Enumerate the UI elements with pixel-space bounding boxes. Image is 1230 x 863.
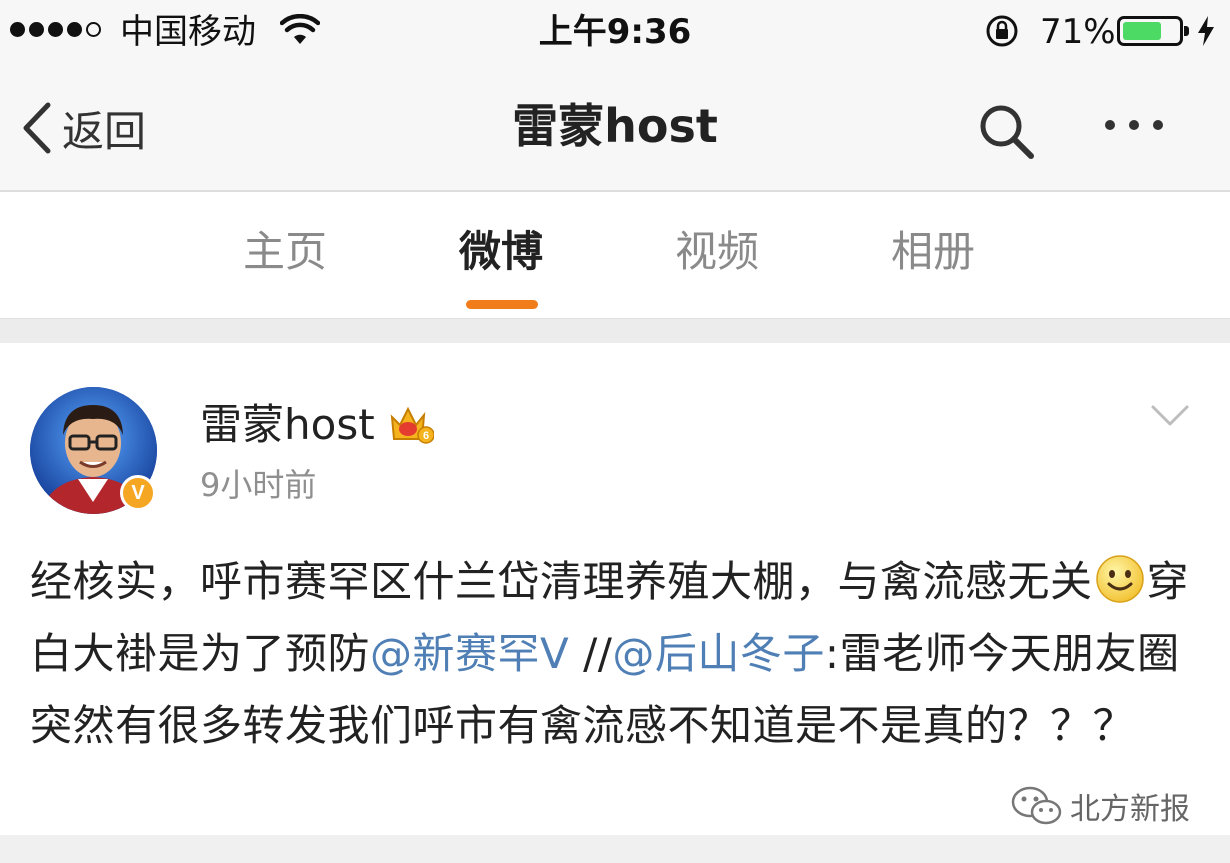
- smile-emoji-icon: [1095, 555, 1144, 603]
- tab-weibo[interactable]: 微博: [421, 224, 581, 280]
- crown-icon: 6: [390, 406, 434, 444]
- profile-tabs: 主页 微博 视频 相册: [0, 192, 1230, 318]
- status-bar: 中国移动 上午9:36 71%: [0, 0, 1230, 66]
- chevron-down-icon[interactable]: [1150, 403, 1190, 429]
- section-divider: [0, 318, 1230, 343]
- more-icon: [1105, 120, 1115, 130]
- post-body: 经核实，呼市赛罕区什兰岱清理养殖大棚，与禽流感无关 穿白大褂是为了预防@新赛罕V …: [30, 546, 1200, 762]
- watermark-text: 北方新报: [1070, 792, 1190, 827]
- bottom-divider: [0, 835, 1230, 863]
- tab-home[interactable]: 主页: [205, 224, 365, 280]
- charging-bolt-icon: [1198, 16, 1214, 46]
- search-button[interactable]: [975, 100, 1037, 166]
- mention-link[interactable]: @后山冬子: [612, 629, 825, 678]
- post-card: V 雷蒙host 6 9小时前 经核实，呼市赛罕区什兰岱清理养殖大棚，与禽流感无…: [0, 343, 1230, 835]
- rotation-lock-icon: [986, 15, 1018, 47]
- active-tab-indicator: [466, 300, 538, 309]
- page-title: 雷蒙host: [512, 99, 718, 153]
- battery-icon: [1117, 16, 1189, 46]
- search-icon: [980, 105, 1034, 159]
- more-button[interactable]: [1105, 120, 1163, 130]
- verified-badge-icon: V: [120, 475, 156, 511]
- battery-percent: 71%: [1040, 12, 1116, 52]
- post-timestamp: 9小时前: [200, 466, 317, 504]
- wechat-logo-icon: [1011, 786, 1062, 825]
- post-text-segment: //: [569, 629, 613, 678]
- tab-album[interactable]: 相册: [853, 224, 1013, 280]
- tab-video[interactable]: 视频: [637, 224, 797, 280]
- post-author-name[interactable]: 雷蒙host: [200, 399, 375, 451]
- navigation-bar: 返回 雷蒙host: [0, 66, 1230, 192]
- battery-fill: [1123, 22, 1162, 40]
- post-text-segment: 经核实，呼市赛罕区什兰岱清理养殖大棚，与禽流感无关: [30, 557, 1093, 606]
- mention-link[interactable]: @新赛罕V: [370, 629, 569, 678]
- watermark: 北方新报: [1010, 784, 1190, 828]
- svg-text:6: 6: [423, 430, 429, 442]
